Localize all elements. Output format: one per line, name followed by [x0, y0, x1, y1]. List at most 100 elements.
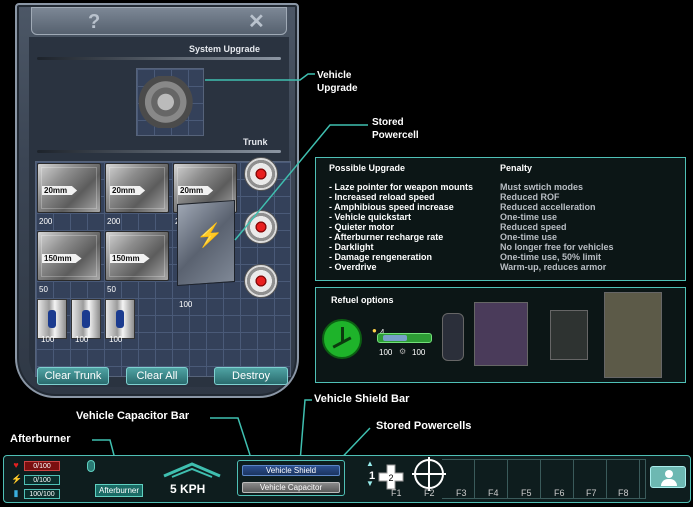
window-titlebar: ? ✕ — [31, 7, 287, 35]
system-upgrade-label: System Upgrade — [189, 44, 261, 54]
vehicle-shield-bar: Vehicle Shield — [242, 465, 340, 476]
afterburner-annotation: Afterburner — [10, 433, 71, 445]
vehicle-upgrade-annotation: Vehicle Upgrade — [317, 69, 358, 95]
annotation-line-2: Powercell — [372, 130, 419, 141]
hotkey-label: F6 — [554, 488, 565, 498]
ammo-crate[interactable]: 150mm — [105, 231, 169, 281]
upgrade-panel: Possible Upgrade Penalty - Laze pointer … — [315, 157, 686, 281]
upgrade-header: Possible Upgrade — [329, 163, 406, 173]
hotkey-slot-f8[interactable] — [640, 459, 646, 499]
heart-icon: ♥ — [13, 460, 19, 470]
armor-icon: ▮ — [13, 488, 19, 498]
section-divider — [37, 150, 281, 153]
trunk-window: ? ✕ System Upgrade Trunk 20mm 200 20mm 2… — [15, 3, 299, 398]
battery-item[interactable] — [71, 299, 101, 339]
crate-qty: 50 — [39, 285, 48, 294]
upgrade-name: - Afterburner recharge rate — [329, 232, 444, 242]
section-divider — [37, 57, 281, 60]
upgrade-penalty: One-time use — [500, 212, 558, 222]
upgrade-name: - Darklight — [329, 242, 374, 252]
battery-item[interactable] — [105, 299, 135, 339]
stored-powercell-item[interactable] — [177, 199, 235, 287]
powercell-orb[interactable] — [244, 210, 278, 244]
fuel-gauge-icon[interactable] — [322, 319, 362, 359]
avatar-button[interactable] — [650, 466, 686, 488]
upgrade-name: - Damage rengeneration — [329, 252, 433, 262]
vehicle-apc-icon[interactable] — [550, 310, 588, 360]
powercell-orb[interactable] — [244, 157, 278, 191]
refuel-right-qty: 100 — [412, 348, 426, 357]
stored-powercells-annotation: Stored Powercells — [376, 420, 472, 432]
battery-item[interactable] — [37, 299, 67, 339]
vehicle-truck-icon[interactable] — [474, 302, 528, 366]
battery-qty: 100 — [109, 335, 123, 344]
crate-qty: 200 — [39, 217, 53, 226]
armor-stat: ▮ 100/100 — [11, 488, 60, 499]
refuel-left-qty: 100 — [379, 348, 393, 357]
crate-qty: 200 — [107, 217, 121, 226]
speed-readout: 5 KPH — [170, 482, 206, 496]
crosshair-icon — [412, 457, 446, 491]
annotation-line-1: Vehicle — [317, 70, 352, 81]
fuel-fill — [383, 335, 407, 341]
refuel-panel: Refuel options ● 4 100 ⚙ 100 — [315, 287, 686, 383]
close-icon[interactable]: ✕ — [248, 11, 265, 33]
annotation-line-1: Stored — [372, 117, 404, 128]
crate-caliber: 150mm — [42, 254, 82, 263]
hotkey-label: F1 — [391, 488, 402, 498]
badge-dot-icon: ● — [372, 326, 377, 335]
upgrade-penalty: One-time use — [500, 232, 558, 242]
crate-caliber: 20mm — [42, 186, 78, 195]
stored-powercell-annotation: Stored Powercell — [372, 116, 419, 142]
refuel-title: Refuel options — [331, 295, 394, 305]
vehicle-bars: Vehicle Shield Vehicle Capacitor — [237, 460, 345, 496]
hotkey-label: F5 — [521, 488, 532, 498]
vehicle-base-icon[interactable] — [604, 292, 662, 378]
powercell-orb[interactable] — [244, 264, 278, 298]
powercell-qty: 100 — [179, 300, 193, 309]
vehicle-buggy-icon[interactable] — [442, 313, 464, 361]
upgrade-name: - Increased reload speed — [329, 192, 435, 202]
upgrade-name: - Laze pointer for weapon mounts — [329, 182, 474, 192]
crate-qty: 50 — [107, 285, 116, 294]
hotkey-label: F3 — [456, 488, 467, 498]
vehicle-capacitor-bar: Vehicle Capacitor — [242, 482, 340, 493]
upgrade-penalty: Reduced accelleration — [500, 202, 596, 212]
afterburner-label[interactable]: Afterburner — [95, 484, 144, 497]
powercell-cross-icon[interactable]: 2 — [378, 464, 404, 490]
hotkey-label: F7 — [586, 488, 597, 498]
trunk-label: Trunk — [243, 137, 268, 147]
ammo-crate[interactable]: 150mm — [37, 231, 101, 281]
help-icon[interactable]: ? — [88, 11, 100, 33]
lightning-icon: ⚡ — [11, 474, 23, 484]
clear-trunk-button[interactable]: Clear Trunk — [37, 367, 109, 385]
armor-value: 100/100 — [24, 489, 60, 499]
crate-caliber: 20mm — [178, 186, 214, 195]
destroy-button[interactable]: Destroy — [214, 367, 288, 385]
upgrade-penalty: Must swtich modes — [500, 182, 584, 192]
gear-icon: ⚙ — [399, 347, 407, 356]
upgrade-name: - Quieter motor — [329, 222, 395, 232]
health-value: 0/100 — [24, 461, 60, 471]
powercell-slot-number: 2 — [388, 473, 393, 483]
upgrade-penalty: Reduced ROF — [500, 192, 560, 202]
upgrade-penalty: Reduced speed — [500, 222, 567, 232]
hotkey-label: F4 — [488, 488, 499, 498]
powercell-count: 1 — [369, 470, 376, 482]
energy-stat: ⚡ 0/100 — [11, 474, 60, 485]
health-stat: ♥ 0/100 — [11, 460, 60, 471]
clear-all-button[interactable]: Clear All — [126, 367, 188, 385]
battery-qty: 100 — [75, 335, 89, 344]
ammo-crate[interactable]: 20mm — [105, 163, 169, 213]
hotkey-label: F2 — [424, 488, 435, 498]
afterburner-toggle[interactable] — [87, 460, 95, 472]
energy-value: 0/100 — [24, 475, 60, 485]
ammo-crate[interactable]: 20mm — [37, 163, 101, 213]
hotkey-label: F8 — [618, 488, 629, 498]
upgrade-penalty: Warm-up, reduces armor — [500, 262, 607, 272]
fuel-cell-gauge[interactable] — [377, 333, 432, 343]
upgrade-penalty: No longer free for vehicles — [500, 242, 614, 252]
vehicle-shield-bar-annotation: Vehicle Shield Bar — [314, 393, 410, 405]
crate-caliber: 150mm — [110, 254, 150, 263]
vehicle-upgrade-item[interactable] — [136, 76, 202, 128]
